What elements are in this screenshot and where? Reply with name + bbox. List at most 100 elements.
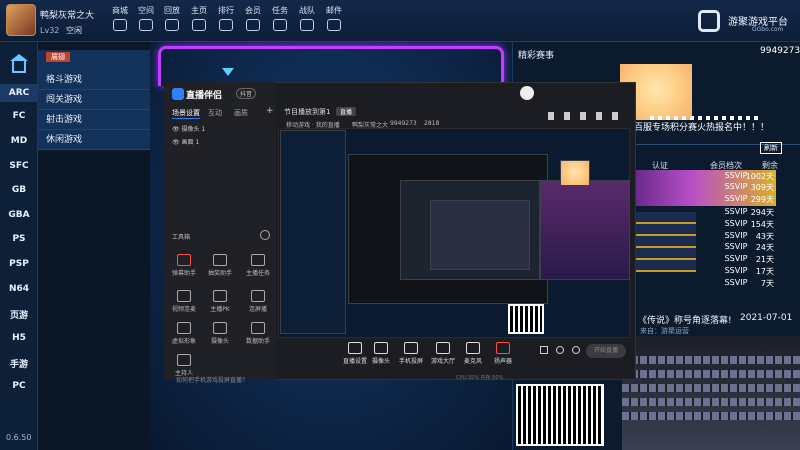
nav-space[interactable]: 空间: [134, 5, 158, 31]
tool-multiscreen[interactable]: 连屏播: [246, 290, 270, 313]
nav-home[interactable]: 主页: [187, 5, 211, 31]
nav-task[interactable]: 任务: [268, 5, 292, 31]
submenu-item-fighting[interactable]: 格斗游戏: [38, 70, 150, 90]
user-status[interactable]: 空闲: [66, 25, 82, 36]
rank-days-4: 294天: [750, 208, 774, 217]
submenu-header: 展翅: [46, 52, 70, 62]
news-date: 2021-07-01: [740, 313, 793, 323]
submenu-item-stage[interactable]: 闯关游戏: [38, 90, 150, 110]
multiscreen-icon: [251, 290, 265, 302]
nested-sidebar: [280, 130, 346, 334]
submenu-item-shooting[interactable]: 射击游戏: [38, 110, 150, 130]
gear-icon[interactable]: [572, 346, 580, 354]
sidebar-item-h5[interactable]: H5: [0, 333, 38, 343]
streamer-id: 9949273: [390, 120, 417, 127]
task-icon: [273, 19, 287, 31]
sidebar-item-n64[interactable]: N64: [0, 284, 38, 294]
tool-avatar[interactable]: 虚拟形象: [172, 322, 196, 345]
help-tip[interactable]: 如何把手机游戏投屏直播？: [176, 375, 248, 384]
app-platform-badge[interactable]: 抖音: [236, 88, 257, 99]
speaker-button[interactable]: 扬声器: [488, 342, 518, 365]
nav-shop-label: 商城: [112, 6, 128, 15]
phone-cast-icon: [404, 342, 418, 354]
app-avatar[interactable]: [520, 86, 534, 100]
camera-label: 摄像头: [371, 358, 390, 365]
sidebar-item-mobile[interactable]: 手游: [0, 357, 38, 370]
scene-item-screen[interactable]: 👁 画面 1: [172, 137, 199, 146]
tool-danmu[interactable]: 弹幕助手: [172, 254, 196, 277]
tool-pk[interactable]: 主播PK: [208, 290, 232, 313]
video-call-icon: [177, 290, 191, 302]
rank-days-7: 24天: [755, 243, 774, 252]
sidebar-item-gb[interactable]: GB: [0, 185, 38, 195]
tool-camera[interactable]: 摄像头: [208, 322, 232, 345]
sidebar-item-sfc[interactable]: SFC: [0, 161, 38, 171]
nav-team[interactable]: 战队: [295, 5, 319, 31]
rank-days-8: 21天: [755, 255, 774, 264]
avatar[interactable]: [6, 4, 36, 36]
tool-avatar-label: 虚拟形象: [172, 338, 197, 345]
nested-rank-panel: [540, 180, 630, 280]
sidebar-item-webgame[interactable]: 页游: [0, 308, 38, 321]
host-icon: [177, 354, 191, 366]
rank-days-2: 309天: [750, 183, 774, 192]
tab-scene[interactable]: 场景设置: [172, 108, 200, 119]
phone-cast-label: 手机投屏: [398, 358, 423, 365]
app-toolbar-icons[interactable]: [548, 112, 628, 120]
toolbox-settings-icon[interactable]: [260, 230, 270, 240]
nav-replay[interactable]: 回放: [160, 5, 184, 31]
refresh-button[interactable]: 刷新: [760, 142, 782, 154]
home-icon[interactable]: [10, 54, 28, 61]
tool-task[interactable]: 主播任务: [246, 254, 270, 277]
sidebar-item-pc[interactable]: PC: [0, 381, 38, 391]
nav-vip-label: 会员: [245, 6, 261, 15]
sidebar-item-gba[interactable]: GBA: [0, 210, 38, 220]
camera-icon: [213, 322, 227, 334]
platform-logo-sub: GGbo.com: [752, 26, 784, 33]
camera-button[interactable]: 摄像头: [366, 342, 396, 365]
submenu-item-casual[interactable]: 休闲游戏: [38, 130, 150, 150]
home-icon-body: [12, 61, 26, 73]
sidebar-item-ps[interactable]: PS: [0, 234, 38, 244]
tool-multiscreen-label: 连屏播: [248, 306, 267, 313]
add-scene-icon[interactable]: +: [266, 106, 274, 116]
sidebar-item-md[interactable]: MD: [0, 136, 38, 146]
nav-mail[interactable]: 邮件: [322, 5, 346, 31]
nav-vip[interactable]: 会员: [241, 5, 265, 31]
sidebar-item-fc[interactable]: FC: [0, 111, 38, 121]
pk-icon: [213, 290, 227, 302]
sidebar-item-psp[interactable]: PSP: [0, 259, 38, 269]
lottery-icon: [213, 254, 227, 266]
tab-quality[interactable]: 画质: [234, 108, 248, 118]
event-banner-text[interactable]: 百服专场积分赛火热报名中！！！: [634, 120, 769, 133]
nav-home-label: 主页: [191, 6, 207, 15]
mail-icon: [327, 19, 341, 31]
live-settings-label: 直播设置: [342, 358, 367, 365]
pause-icon[interactable]: [556, 346, 564, 354]
phone-cast-button[interactable]: 手机投屏: [396, 342, 426, 365]
scene-item-camera[interactable]: 👁 摄像头 1: [172, 124, 205, 133]
user-level: Lv32: [40, 26, 60, 35]
performance-status: CPU:35% 内存:50%: [456, 375, 504, 381]
nested-app-window-3: [430, 200, 530, 270]
rank-days-1: 1002天: [745, 172, 774, 181]
tool-data[interactable]: 数据助手: [246, 322, 270, 345]
app-title: 直播伴侣: [186, 91, 223, 101]
nav-shop[interactable]: 商城: [108, 5, 132, 31]
nested-cat-image: [560, 160, 590, 186]
speaker-label: 扬声器: [493, 358, 512, 365]
tool-host[interactable]: 主持人: [172, 354, 196, 377]
tool-video-call[interactable]: 视频连麦: [172, 290, 196, 313]
live-type-button[interactable]: 直播: [336, 107, 357, 116]
record-icon[interactable]: [540, 346, 548, 354]
task-icon: [251, 254, 265, 266]
tab-interact[interactable]: 互动: [208, 108, 222, 118]
news-headline[interactable]: 《传说》称号角逐落幕!: [638, 313, 732, 326]
nav-rank[interactable]: 排行: [214, 5, 238, 31]
tool-lottery[interactable]: 抽奖助手: [208, 254, 232, 277]
sidebar-item-arc[interactable]: ARC: [0, 84, 38, 102]
start-live-button[interactable]: 开始直播: [586, 344, 626, 358]
game-hall-button[interactable]: 游戏大厅: [428, 342, 458, 365]
fire-count: 2818: [424, 120, 440, 127]
mic-button[interactable]: 麦克风: [458, 342, 488, 365]
